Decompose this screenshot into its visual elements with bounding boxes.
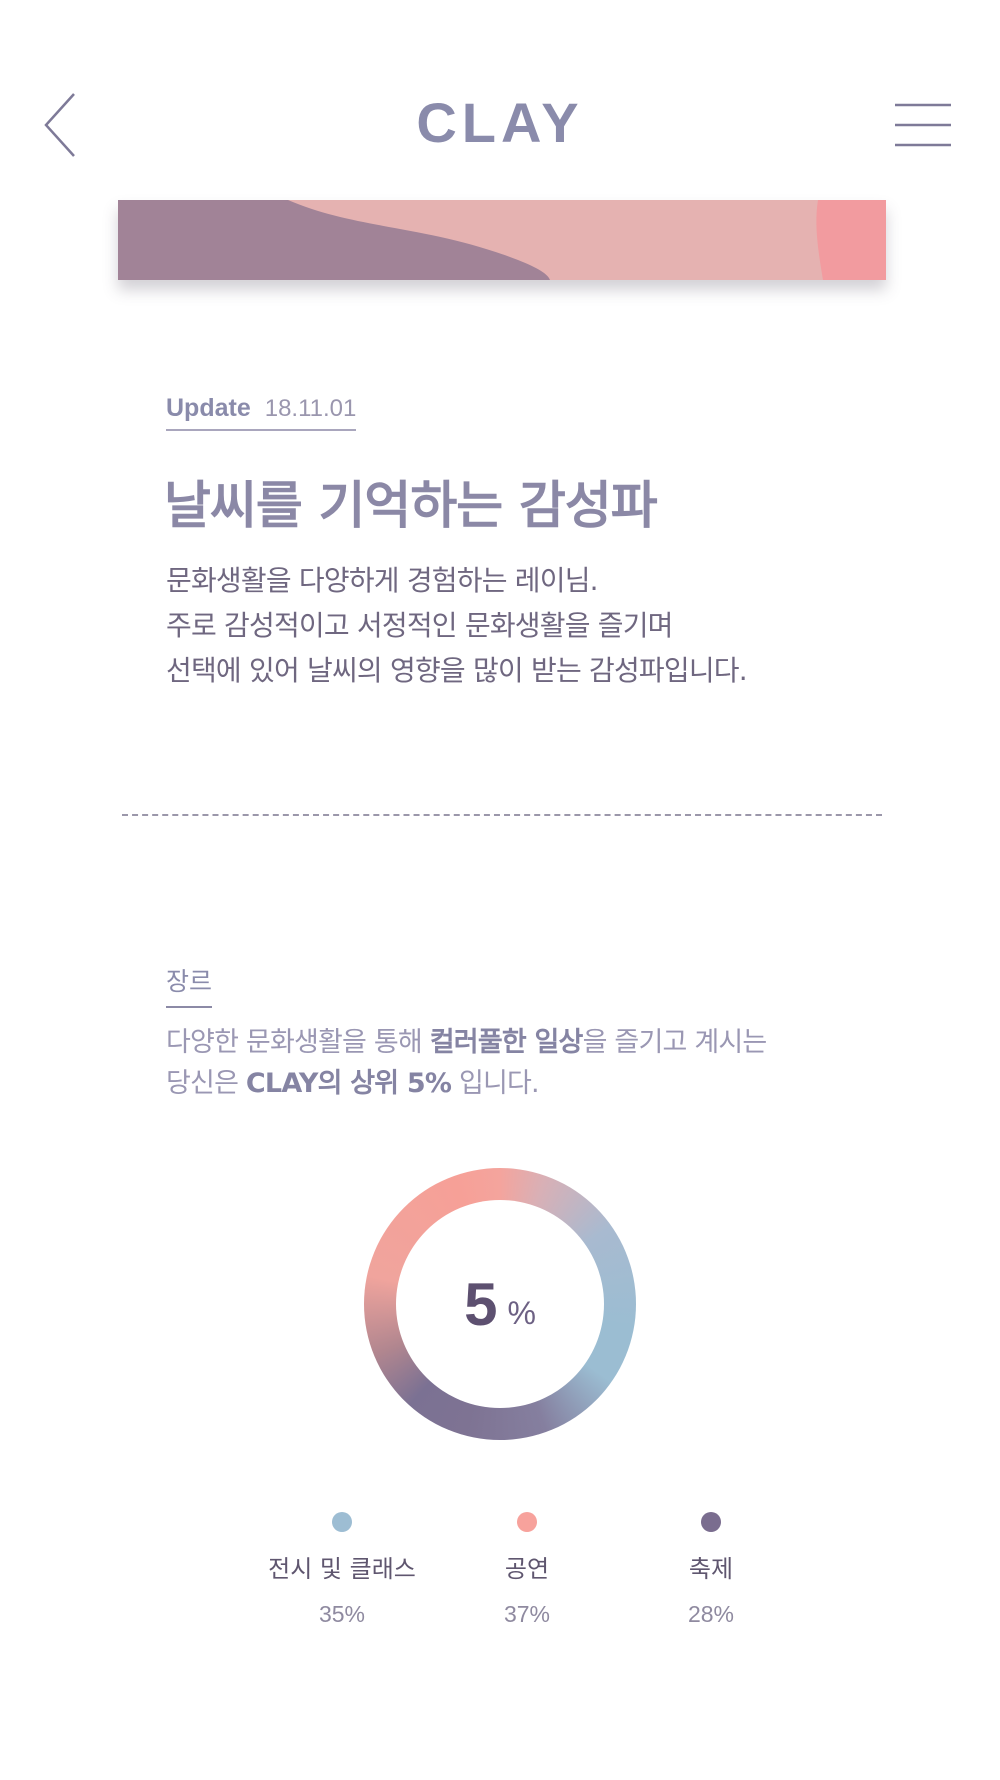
legend-name: 축제 (688, 1555, 734, 1583)
summary-highlight: CLAY의 상위 5% (245, 1068, 452, 1099)
menu-button[interactable] (893, 102, 953, 148)
description-line: 선택에 있어 날씨의 영향을 많이 받는 감성파입니다. (166, 654, 748, 687)
legend-dot (701, 1512, 721, 1532)
genre-donut-chart: 5% (364, 1168, 636, 1440)
legend-dot (517, 1512, 537, 1532)
summary-text: 을 즐기고 계시는 (582, 1027, 768, 1058)
legend-percent: 28% (687, 1601, 735, 1627)
header-banner (118, 200, 886, 280)
donut-unit: % (507, 1294, 536, 1331)
app-logo[interactable]: CLAY (0, 88, 1000, 158)
donut-number: 5 (464, 1270, 498, 1338)
summary-text: 당신은 (166, 1068, 246, 1099)
donut-value: 5% (396, 1200, 604, 1408)
legend-dot (332, 1512, 352, 1532)
section-divider (122, 814, 882, 816)
page-title: 날씨를 기억하는 감성파 (164, 477, 658, 536)
summary-text: 입니다. (451, 1068, 540, 1099)
genre-summary: 다양한 문화생활을 통해 컬러풀한 일상을 즐기고 계시는 당신은 CLAY의 … (166, 1022, 768, 1104)
genre-summary-line: 당신은 CLAY의 상위 5% 입니다. (166, 1063, 766, 1104)
summary-highlight: 컬러풀한 일상 (429, 1027, 584, 1058)
description-line: 문화생활을 다양하게 경험하는 레이님. (166, 564, 599, 597)
profile-description: 문화생활을 다양하게 경험하는 레이님. 주로 감성적이고 서정적인 문화생활을… (166, 558, 748, 693)
genre-summary-line: 다양한 문화생활을 통해 컬러풀한 일상을 즐기고 계시는 (166, 1022, 768, 1063)
legend-item-festival: 축제 28% (601, 1512, 821, 1630)
update-label: Update (166, 394, 251, 422)
hamburger-menu-icon (895, 103, 951, 147)
description-line: 주로 감성적이고 서정적인 문화생활을 즐기며 (166, 609, 673, 642)
summary-text: 다양한 문화생활을 통해 (166, 1027, 430, 1058)
update-date: 18.11.01 (264, 395, 357, 422)
genre-section-label: 장르 (166, 962, 213, 1008)
update-info: Update 18.11.01 (166, 394, 357, 431)
donut-center: 5% (396, 1200, 604, 1408)
